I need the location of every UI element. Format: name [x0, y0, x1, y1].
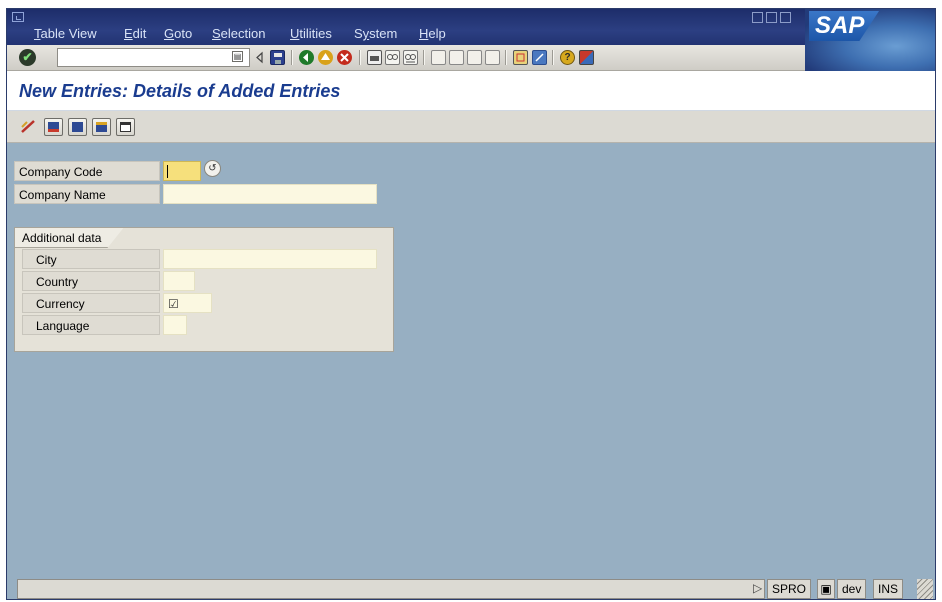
- toolbar-separator: [359, 50, 361, 65]
- toolbar-separator: [505, 50, 507, 65]
- delete-icon[interactable]: [44, 118, 63, 136]
- additional-data-group: Additional data City Country Currency ☑ …: [14, 227, 394, 352]
- previous-page-icon[interactable]: [449, 50, 464, 65]
- value-help-icon[interactable]: ↺: [204, 160, 221, 177]
- status-bar: ▷ SPRO ▣ dev INS: [7, 577, 935, 599]
- group-title: Additional data: [15, 228, 123, 248]
- status-expand-icon[interactable]: ▷: [753, 581, 762, 595]
- check-icon: ☑: [168, 297, 179, 311]
- previous-entry-icon[interactable]: [68, 118, 87, 136]
- last-page-icon[interactable]: [485, 50, 500, 65]
- maximize-button[interactable]: [766, 12, 777, 23]
- save-icon[interactable]: [270, 50, 285, 65]
- shortcut-icon[interactable]: [532, 50, 547, 65]
- system-name: dev: [837, 579, 867, 599]
- minimize-button[interactable]: [752, 12, 763, 23]
- sap-window: Table View Edit Goto Selection Utilities…: [6, 8, 936, 600]
- window-menu-icon[interactable]: [12, 12, 24, 22]
- back-icon[interactable]: [299, 50, 314, 65]
- currency-label: Currency: [22, 293, 160, 313]
- next-entry-icon[interactable]: [92, 118, 111, 136]
- city-field[interactable]: [163, 249, 377, 269]
- toolbar-separator: [291, 50, 293, 65]
- toolbar-separator: [552, 50, 554, 65]
- company-name-label: Company Name: [14, 184, 160, 204]
- menu-selection[interactable]: Selection: [212, 26, 265, 41]
- status-message: [17, 579, 765, 599]
- command-field[interactable]: [57, 48, 250, 67]
- find-icon[interactable]: [385, 50, 400, 65]
- exit-icon[interactable]: [318, 50, 333, 65]
- toolbar-separator: [423, 50, 425, 65]
- currency-field[interactable]: ☑: [163, 293, 212, 313]
- language-field[interactable]: [163, 315, 187, 335]
- customize-layout-icon[interactable]: [579, 50, 594, 65]
- sap-logo-banner: SAP: [805, 9, 935, 71]
- display-change-icon[interactable]: [19, 118, 38, 136]
- city-label: City: [22, 249, 160, 269]
- create-session-icon[interactable]: [513, 50, 528, 65]
- country-field[interactable]: [163, 271, 195, 291]
- find-next-icon[interactable]: [403, 50, 418, 65]
- main-content: Company Code ↺ Company Name Additional d…: [7, 143, 935, 577]
- menu-system[interactable]: System: [354, 26, 397, 41]
- menu-help[interactable]: Help: [419, 26, 446, 41]
- print-icon[interactable]: [367, 50, 382, 65]
- title-bar: New Entries: Details of Added Entries: [7, 71, 935, 111]
- menu-goto[interactable]: Goto: [164, 26, 192, 41]
- company-name-field[interactable]: [163, 184, 377, 204]
- transaction-code: SPRO: [767, 579, 812, 599]
- first-page-icon[interactable]: [431, 50, 446, 65]
- company-code-field[interactable]: [163, 161, 201, 181]
- menu-bar: Table View Edit Goto Selection Utilities…: [7, 9, 935, 45]
- cancel-icon[interactable]: [337, 50, 352, 65]
- help-icon[interactable]: ?: [560, 50, 575, 65]
- menu-utilities[interactable]: Utilities: [290, 26, 332, 41]
- page-title: New Entries: Details of Added Entries: [19, 81, 341, 101]
- input-mode[interactable]: INS: [873, 579, 904, 599]
- enter-icon[interactable]: ✔: [19, 49, 36, 66]
- application-toolbar: [7, 111, 935, 143]
- menu-table-view[interactable]: Table View: [34, 26, 97, 41]
- select-all-icon[interactable]: [116, 118, 135, 136]
- resize-grip[interactable]: [917, 579, 933, 599]
- sap-logo: SAP: [809, 11, 879, 41]
- command-history-icon[interactable]: ▤: [232, 51, 243, 62]
- language-label: Language: [22, 315, 160, 335]
- back-arrow-icon[interactable]: [254, 50, 264, 65]
- next-page-icon[interactable]: [467, 50, 482, 65]
- company-code-label: Company Code: [14, 161, 160, 181]
- menu-edit[interactable]: Edit: [124, 26, 146, 41]
- country-label: Country: [22, 271, 160, 291]
- close-window-button[interactable]: [780, 12, 791, 23]
- session-icon[interactable]: ▣: [817, 579, 835, 599]
- standard-toolbar: ✔ ▤ ?: [7, 45, 805, 71]
